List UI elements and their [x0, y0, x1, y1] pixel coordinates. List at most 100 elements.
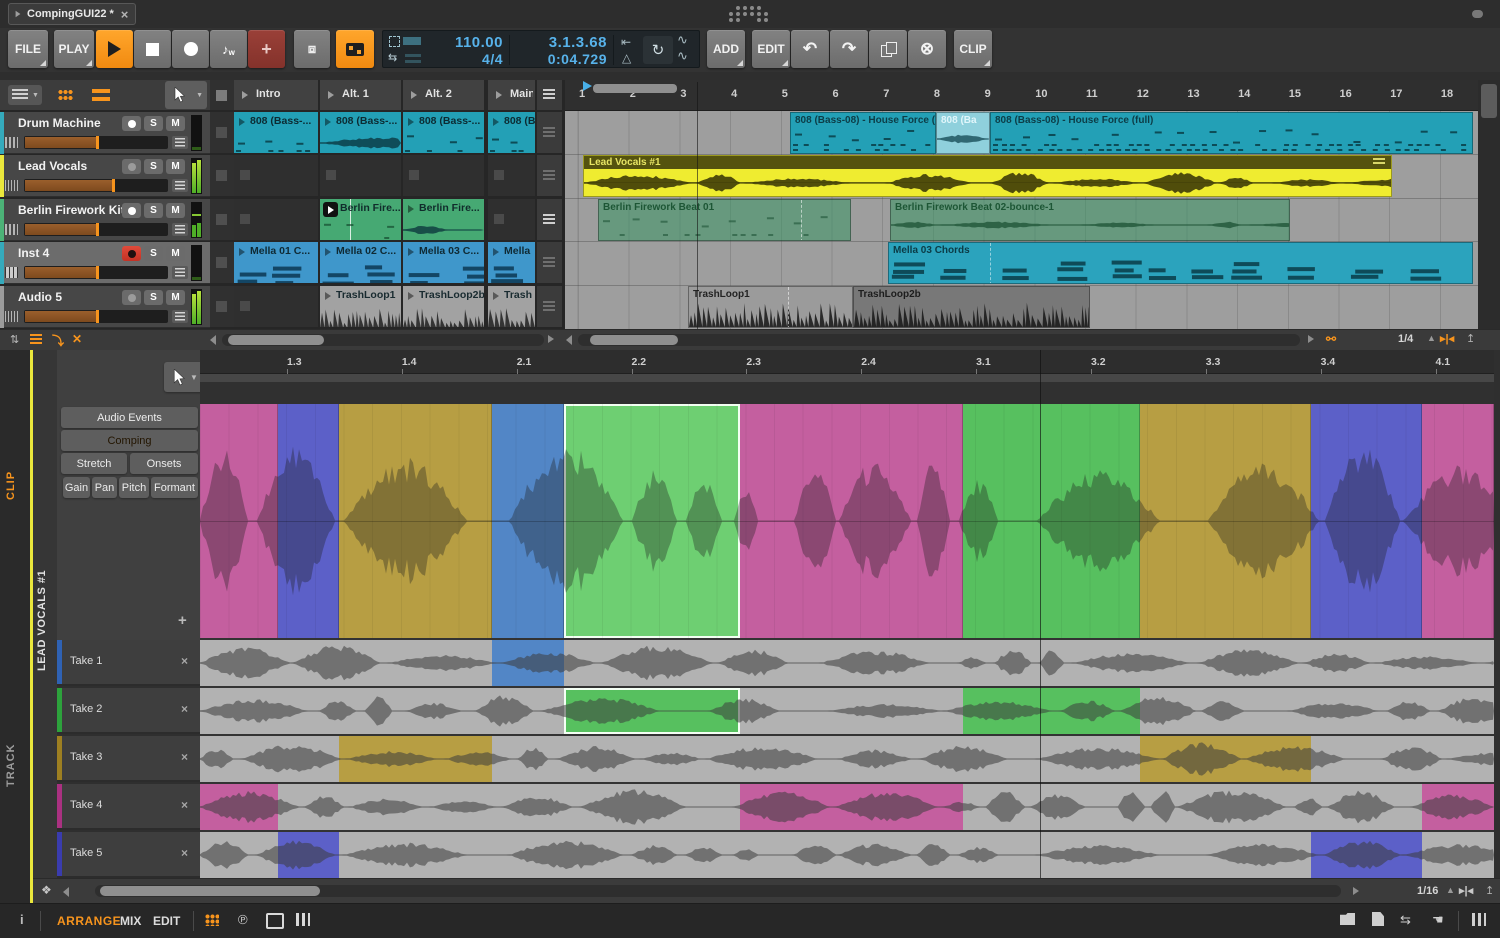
- track-header-inst-4[interactable]: Inst 4SM: [0, 242, 210, 284]
- add-menu-button[interactable]: ADD: [707, 30, 745, 68]
- scene-header-alt-1[interactable]: Alt. 1: [320, 80, 401, 110]
- mixer-meter-icon[interactable]: [1472, 913, 1486, 926]
- take-lane-3[interactable]: [200, 736, 1494, 782]
- take-lane-1[interactable]: [200, 640, 1494, 686]
- follow-down-icon[interactable]: ⤵: [52, 332, 64, 349]
- launcher-clip-slot[interactable]: TrashLoop1: [320, 286, 401, 328]
- delete-take-icon[interactable]: ×: [181, 702, 188, 716]
- launcher-clip-slot[interactable]: [403, 155, 484, 197]
- launcher-stop-cell[interactable]: [210, 242, 234, 284]
- arranger-clip-trashb[interactable]: TrashLoop2b: [853, 286, 1090, 328]
- mute-button[interactable]: M: [166, 203, 185, 218]
- clear-icon[interactable]: ✕: [72, 332, 82, 346]
- scroll-left-icon[interactable]: [210, 335, 216, 345]
- pan-tab[interactable]: Pan: [92, 477, 117, 498]
- launcher-clip-slot[interactable]: [488, 199, 535, 241]
- single-panel-icon[interactable]: [266, 913, 284, 929]
- redo-button[interactable]: ↷: [830, 30, 868, 68]
- launcher-clip-slot[interactable]: TrashLoop2b: [403, 286, 484, 328]
- delete-take-icon[interactable]: ×: [181, 750, 188, 764]
- launcher-stop-cell[interactable]: [210, 112, 234, 154]
- volume-fader-handle[interactable]: [96, 223, 99, 236]
- clip-launcher-toggle-icon[interactable]: [205, 914, 219, 926]
- arranger-timeline[interactable]: 808 (Bass-08) - House Force (808 (Ba808 …: [565, 111, 1478, 329]
- record-arm-button[interactable]: [122, 203, 141, 218]
- formant-tab[interactable]: Formant: [151, 477, 198, 498]
- track-menu-button[interactable]: [172, 266, 188, 279]
- launcher-clip-slot[interactable]: 808 (Bass-...: [403, 112, 484, 154]
- record-arm-button[interactable]: [122, 116, 141, 131]
- scene-play-icon[interactable]: [411, 91, 417, 99]
- scene-header-intro[interactable]: Intro: [234, 80, 318, 110]
- arranger-clip-trasha[interactable]: TrashLoop1: [688, 286, 853, 328]
- solo-button[interactable]: S: [144, 290, 163, 305]
- volume-fader[interactable]: [24, 179, 168, 192]
- editor-hscroll[interactable]: [95, 885, 1341, 897]
- volume-fader[interactable]: [24, 136, 168, 149]
- file-menu-button[interactable]: FILE: [8, 30, 48, 68]
- edit-view-tab[interactable]: EDIT: [153, 914, 180, 928]
- note-link-icon[interactable]: ℗: [238, 912, 248, 927]
- launcher-clip-slot[interactable]: Berlin Fire...: [320, 199, 401, 241]
- solo-button[interactable]: S: [144, 116, 163, 131]
- play-button[interactable]: [96, 30, 133, 68]
- volume-fader[interactable]: [24, 223, 168, 236]
- launcher-clip-slot[interactable]: Berlin Fire...: [403, 199, 484, 241]
- editor-scroll-right-icon[interactable]: [1353, 887, 1359, 895]
- scene-launch-column-header[interactable]: [537, 80, 562, 110]
- gain-tab[interactable]: Gain: [63, 477, 90, 498]
- launcher-clip-slot[interactable]: Mella 01 C...: [234, 242, 318, 284]
- tempo-value[interactable]: 110.00: [429, 34, 503, 51]
- clip-play-icon[interactable]: [493, 248, 499, 256]
- rail-clip-tab[interactable]: CLIP: [5, 450, 17, 520]
- arranger-playhead[interactable]: [697, 82, 698, 329]
- solo-button[interactable]: S: [144, 203, 163, 218]
- record-arm-button[interactable]: [122, 290, 141, 305]
- time-signature-value[interactable]: 4/4: [429, 51, 503, 67]
- launcher-clip-slot[interactable]: Mella 03 C...: [403, 242, 484, 284]
- ruler-zoom-thumb[interactable]: [593, 84, 677, 93]
- mute-button[interactable]: M: [166, 246, 185, 261]
- clip-play-icon[interactable]: [408, 118, 414, 126]
- arranger-clip-chords[interactable]: Mella 03 Chords: [888, 242, 1473, 284]
- take-label-row[interactable]: Take 1×: [57, 640, 200, 686]
- inspector-panel-icon[interactable]: [1372, 912, 1384, 926]
- touch-mode-icon[interactable]: ☚: [1432, 912, 1444, 928]
- clip-play-icon[interactable]: [408, 292, 414, 300]
- editor-snap-icon[interactable]: ▸|◂: [1459, 884, 1473, 897]
- track-header-berlin-firework-kit[interactable]: Berlin Firework KitSM: [0, 199, 210, 241]
- tl-scroll-left-icon[interactable]: [566, 335, 572, 345]
- region-select-icon[interactable]: [389, 36, 400, 47]
- scene-play-icon[interactable]: [242, 91, 248, 99]
- launcher-clip-slot[interactable]: Mella 02 C...: [320, 242, 401, 284]
- launcher-stop-cell[interactable]: [210, 286, 234, 328]
- record-arm-button[interactable]: [122, 246, 141, 261]
- punch-in-icon[interactable]: ⇤: [621, 35, 631, 49]
- add-take-button[interactable]: +: [178, 612, 187, 629]
- vertical-zoom-icon[interactable]: ↥: [1466, 332, 1475, 345]
- delete-button[interactable]: ⊗: [908, 30, 946, 68]
- arranger-clip-drumfade[interactable]: 808 (Ba: [936, 112, 990, 154]
- scene-launch-cell[interactable]: [537, 112, 562, 154]
- arranger-pointer-tool-button[interactable]: ▼: [165, 81, 207, 109]
- launcher-stop-cell[interactable]: [210, 199, 234, 241]
- launcher-clip-slot[interactable]: [488, 155, 535, 197]
- clip-play-icon[interactable]: [408, 248, 414, 256]
- clip-play-icon[interactable]: [239, 248, 245, 256]
- editor-hscroll-thumb[interactable]: [100, 886, 320, 896]
- clip-playing-button[interactable]: [323, 202, 338, 217]
- time-position-value[interactable]: 0:04.729: [513, 51, 607, 67]
- clip-play-icon[interactable]: [325, 248, 331, 256]
- song-position-value[interactable]: 3.1.3.68: [513, 34, 607, 51]
- playstart-marker-icon[interactable]: [583, 81, 592, 91]
- volume-fader-handle[interactable]: [96, 136, 99, 149]
- scroll-right-icon[interactable]: [548, 335, 554, 343]
- launcher-hscroll[interactable]: [222, 334, 544, 346]
- volume-fader[interactable]: [24, 310, 168, 323]
- tl-scroll-right-icon[interactable]: [1308, 335, 1314, 343]
- solo-button[interactable]: S: [144, 246, 163, 261]
- arrange-view-tab[interactable]: ARRANGE: [57, 914, 121, 928]
- arranger-ruler[interactable]: 123456789101112131415161718: [565, 80, 1478, 111]
- launcher-hscroll-thumb[interactable]: [228, 335, 324, 345]
- take-lane-4[interactable]: [200, 784, 1494, 830]
